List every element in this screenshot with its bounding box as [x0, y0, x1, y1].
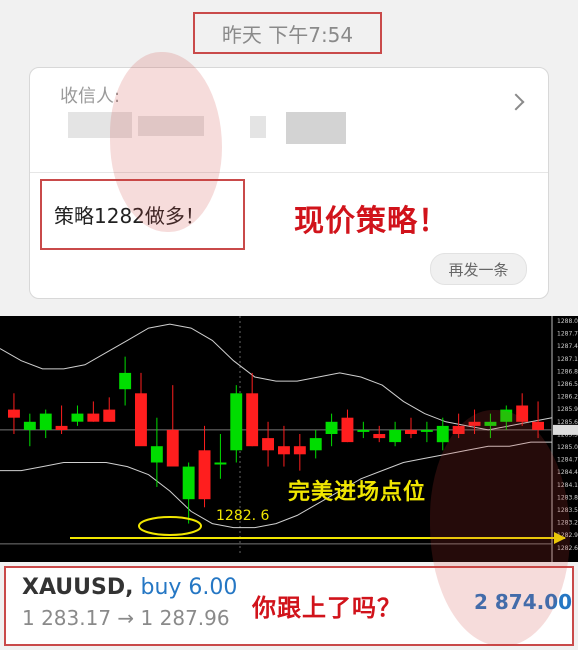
current-price-marker [553, 424, 578, 435]
candle-body [309, 438, 322, 451]
trade-symbol: XAUUSD, [22, 575, 134, 600]
price-tick-label: 1286.55 [557, 381, 578, 388]
candle-body [87, 413, 100, 422]
candle-body [182, 466, 195, 500]
price-tick-label: 1286.85 [557, 368, 578, 375]
resend-button[interactable]: 再发一条 [430, 253, 527, 285]
candle-body [166, 429, 179, 467]
candle-body [55, 425, 68, 430]
price-tick-label: 1287.75 [557, 331, 578, 338]
candle-body [39, 413, 52, 430]
trade-symbol-line: XAUUSD, buy 6.00 [22, 575, 237, 600]
annotation-strategy: 现价策略！ [294, 204, 449, 239]
price-tick-label: 1287.15 [557, 356, 578, 363]
price-tick-label: 1286.25 [557, 394, 578, 401]
candle-body [135, 393, 147, 447]
candle-body [103, 409, 116, 422]
trade-prices: 1 283.17 → 1 287.96 [22, 606, 230, 630]
candle-body [293, 446, 306, 455]
redacted-recipient [250, 116, 266, 138]
price-tick-label: 1285.05 [557, 444, 578, 451]
candle-body [405, 429, 417, 434]
candle-body [246, 393, 259, 447]
candle-body [198, 450, 211, 500]
price-tick-label: 1285.95 [557, 406, 578, 413]
price-tick-label: 1285.65 [557, 419, 578, 426]
timestamp: 昨天 下午7:54 [193, 12, 382, 54]
candle-body [341, 417, 354, 443]
entry-level-label: 1282. 6 [216, 508, 270, 524]
candle-body [71, 413, 84, 422]
trade-side: buy 6.00 [140, 575, 238, 600]
candle-body [373, 434, 386, 439]
entry-ellipse [138, 516, 202, 536]
candle-body [325, 421, 338, 434]
candle-body [420, 429, 433, 432]
candle-body [389, 429, 402, 443]
candle-body [262, 438, 274, 451]
candle-body [357, 429, 370, 432]
candle-body [8, 409, 20, 418]
card-divider [30, 172, 548, 173]
annotation-entry: 完美进场点位 [288, 479, 427, 505]
candle-body [119, 372, 132, 390]
price-tick-label: 1284.75 [557, 457, 578, 464]
redacted-recipient [286, 112, 346, 144]
annotation-follow: 你跟上了吗？ [252, 593, 402, 622]
price-tick-label: 1288.00 [557, 318, 578, 325]
candle-body [278, 446, 290, 455]
candle-body [214, 462, 227, 465]
candle-body [23, 421, 36, 430]
candle-body [230, 393, 243, 451]
candle-body [436, 425, 449, 443]
price-tick-label: 1287.45 [557, 343, 578, 350]
candle-body [150, 446, 163, 463]
recipient-label: 收信人: [60, 86, 121, 107]
